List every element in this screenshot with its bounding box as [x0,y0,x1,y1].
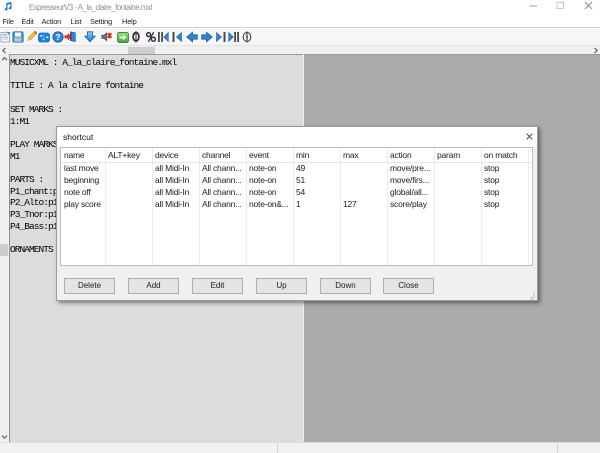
svg-text:?: ? [55,32,60,42]
